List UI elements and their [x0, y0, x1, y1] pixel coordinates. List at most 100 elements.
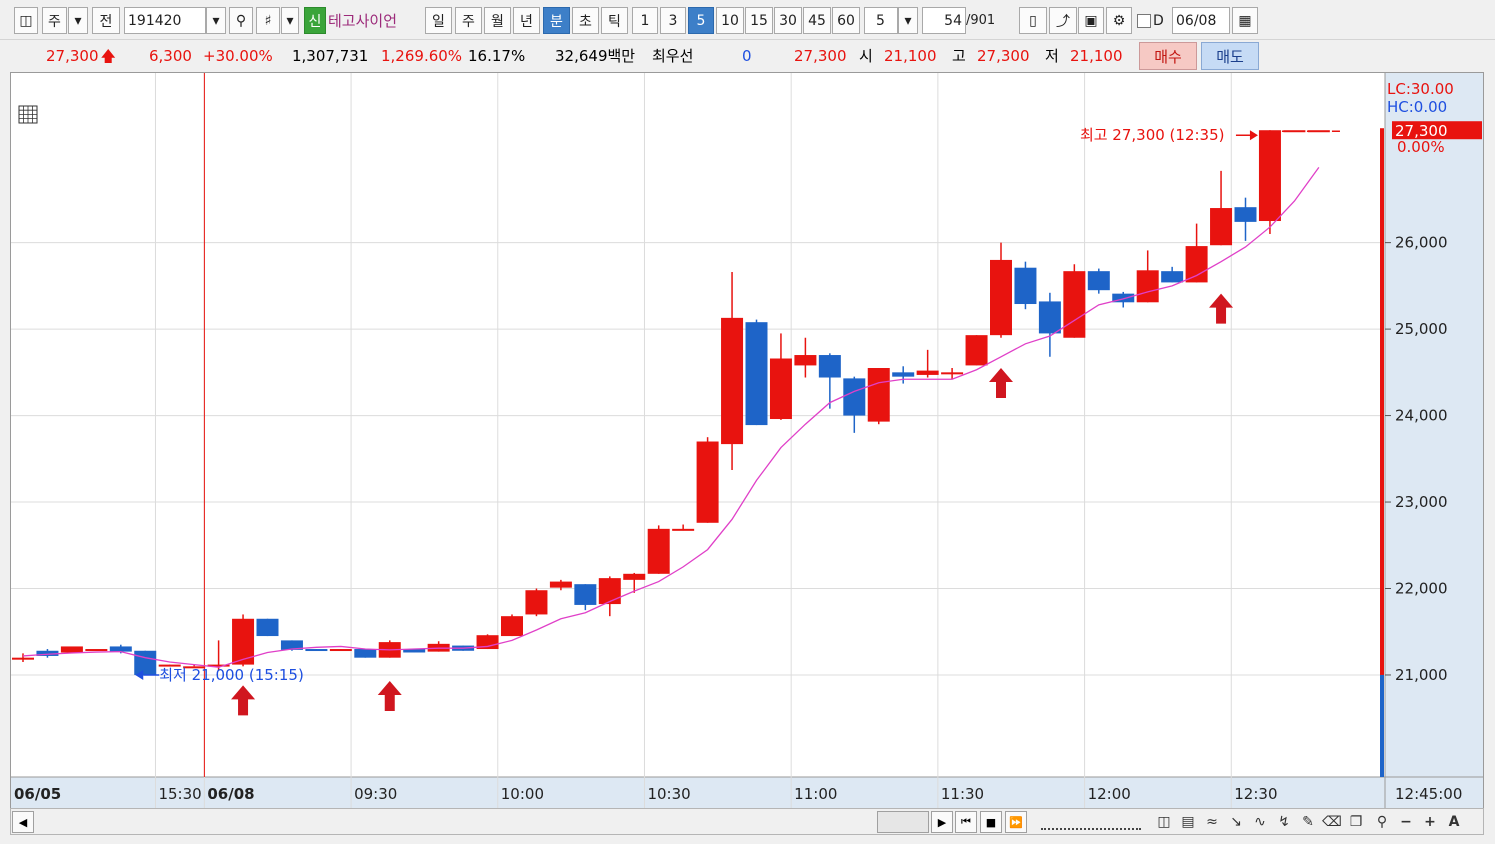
candle-down [1087, 271, 1110, 291]
code-dropdown-chevron-icon[interactable]: ▾ [206, 7, 226, 34]
wave-icon[interactable]: ∿ [1249, 811, 1271, 833]
speaker-icon[interactable]: ♯ [256, 7, 280, 34]
candlestick-chart[interactable]: 21,000 22,000 23,000 24,000 25,000 26,000 06/0… [11, 73, 1483, 808]
current-price: 27,300 🡅 [46, 45, 116, 67]
count-input[interactable]: 54 [922, 7, 966, 34]
save-icon[interactable]: ▣ [1078, 7, 1104, 34]
interval-3[interactable]: 3 [660, 7, 686, 34]
period-month[interactable]: 월 [484, 7, 511, 34]
fast-forward-icon[interactable]: ⏩ [1005, 811, 1027, 833]
candle-up [672, 528, 695, 531]
credit-badge: 신 [304, 7, 326, 34]
layout-icon[interactable]: ◫ [14, 7, 38, 34]
interval-45[interactable]: 45 [803, 7, 831, 34]
copy-icon[interactable]: ❐ [1345, 811, 1367, 833]
period-week-label: 주 [462, 13, 475, 30]
period-year[interactable]: 년 [513, 7, 540, 34]
best-qty: 0 [742, 47, 752, 65]
time-axis-label: 06/05 [14, 785, 61, 803]
candle-down [745, 322, 768, 426]
candle-up [696, 441, 719, 523]
period-year-label: 년 [520, 13, 533, 30]
gear-icon[interactable]: ⚙ [1106, 7, 1132, 34]
d-checkbox[interactable]: D [1137, 7, 1171, 34]
chevron-down-icon[interactable]: ▾ [68, 7, 88, 34]
y-tick-label: 21,000 [1395, 666, 1448, 684]
checkbox-icon[interactable] [1137, 13, 1151, 28]
interval-1[interactable]: 1 [632, 7, 658, 34]
code-input[interactable]: 191420 [124, 7, 206, 34]
best-label: 최우선 [652, 47, 694, 65]
interval-5-label: 5 [696, 12, 706, 29]
buy-button[interactable]: 매수 [1139, 42, 1197, 70]
candle-up [598, 578, 621, 605]
interval-15[interactable]: 15 [745, 7, 773, 34]
bottom-scrollbar[interactable]: ◀ ▶ ⏮ ■ ⏩ ◫ ▤ ≈ ↘ ∿ ↯ ✎ ⌫ ❐ ⚲ − + A [10, 808, 1484, 835]
interval-60-label: 60 [837, 12, 855, 29]
market-selector[interactable]: 주 [42, 7, 67, 34]
date-input[interactable]: 06/08 [1172, 7, 1230, 34]
layout-icon[interactable]: ◫ [1153, 811, 1175, 833]
stop-icon[interactable]: ■ [980, 811, 1002, 833]
rewind-icon[interactable]: ⏮ [955, 811, 977, 833]
candle-down [574, 584, 597, 605]
open-price: 21,100 [884, 47, 937, 65]
interval-30[interactable]: 30 [774, 7, 802, 34]
eraser-icon[interactable]: ⌫ [1321, 811, 1343, 833]
period-minute[interactable]: 분 [543, 7, 570, 34]
speed-slider[interactable] [1041, 814, 1141, 830]
best-price: 27,300 [794, 47, 847, 65]
window-icon[interactable]: ▤ [1177, 811, 1199, 833]
candle-up [916, 370, 939, 375]
buy-signal-arrow-icon [377, 681, 402, 712]
zoom-out-icon[interactable]: − [1395, 811, 1417, 833]
high-price: 27,300 [977, 47, 1030, 65]
quote-bar: 27,300 🡅 6,300 +30.00% 1,307,731 1,269.60… [0, 40, 1495, 71]
custom-interval-chevron-icon[interactable]: ▾ [898, 7, 918, 34]
time-axis-end-label: 12:45:00 [1395, 785, 1462, 803]
candle-up [1258, 130, 1281, 222]
time-axis-label: 11:30 [941, 785, 984, 803]
prev-button[interactable]: 전 [92, 7, 120, 34]
period-tick[interactable]: 틱 [601, 7, 628, 34]
interval-60[interactable]: 60 [832, 7, 860, 34]
y-tick-label: 22,000 [1395, 580, 1448, 598]
count-total-label: /901 [966, 13, 996, 28]
sell-button[interactable]: 매도 [1201, 42, 1259, 70]
chart-type-icon[interactable]: ▯ [1019, 7, 1047, 34]
fibo-icon[interactable]: ≈ [1201, 811, 1223, 833]
speaker-chevron-icon[interactable]: ▾ [281, 7, 299, 34]
candle-up [1063, 271, 1086, 338]
trend-line-icon[interactable]: ↘ [1225, 811, 1247, 833]
time-axis-label: 10:00 [501, 785, 544, 803]
current-price-value: 27,300 [46, 47, 99, 65]
calendar-icon[interactable]: ▦ [1232, 7, 1258, 34]
line-tool-icon[interactable]: ⤴ [1049, 7, 1077, 34]
candle-up [623, 573, 646, 580]
interval-10[interactable]: 10 [716, 7, 744, 34]
pencil-icon[interactable]: ✎ [1297, 811, 1319, 833]
date-value: 06/08 [1176, 12, 1217, 29]
interval-5[interactable]: 5 [688, 7, 714, 34]
left-arrow-icon[interactable]: ◀ [12, 811, 34, 833]
candle-up [1136, 270, 1159, 303]
candle-up [60, 646, 83, 653]
period-week[interactable]: 주 [455, 7, 482, 34]
zoom-in-icon[interactable]: + [1419, 811, 1441, 833]
chart-panel[interactable]: 21,000 22,000 23,000 24,000 25,000 26,000 06/0… [10, 72, 1484, 809]
auto-scale-icon[interactable]: A [1443, 811, 1465, 833]
zigzag-icon[interactable]: ↯ [1273, 811, 1295, 833]
range-bar-down [1380, 674, 1384, 777]
period-day-label: 일 [432, 13, 445, 30]
scroll-track[interactable] [877, 811, 929, 833]
period-day[interactable]: 일 [425, 7, 452, 34]
zoom-icon[interactable]: ⚲ [1371, 811, 1393, 833]
candle-down [1038, 301, 1061, 334]
y-tick-label: 23,000 [1395, 493, 1448, 511]
search-icon[interactable]: ⚲ [229, 7, 253, 34]
play-icon[interactable]: ▶ [931, 811, 953, 833]
period-second[interactable]: 초 [572, 7, 599, 34]
hc-label: HC:0.00 [1387, 98, 1447, 116]
custom-interval-input[interactable]: 5 [864, 7, 898, 34]
interval-3-label: 3 [668, 12, 678, 29]
